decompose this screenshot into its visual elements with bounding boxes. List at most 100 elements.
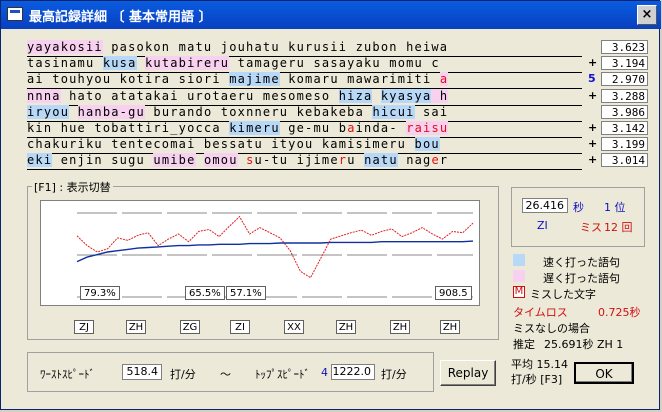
typed-segment: raisu bbox=[406, 121, 449, 135]
x-label: ZH bbox=[440, 320, 460, 334]
typed-segment: hicui bbox=[372, 104, 415, 119]
typed-segment: a bbox=[347, 121, 356, 135]
miss-value: 12 回 bbox=[604, 221, 633, 234]
slow-legend-swatch bbox=[513, 270, 525, 282]
x-label: ZJ bbox=[74, 320, 94, 334]
score-mark: + bbox=[588, 153, 598, 167]
typed-segment: enjin sugu bbox=[52, 153, 154, 168]
fast-legend-swatch bbox=[513, 254, 525, 266]
typed-segment: tasinamu bbox=[27, 56, 103, 71]
line-score: 5 2.970 bbox=[588, 72, 650, 87]
average-speed-line bbox=[76, 240, 474, 263]
percent-box-1: 79.3% bbox=[80, 286, 120, 300]
top-speed-mark: 4 bbox=[321, 366, 328, 379]
typed-line: nnna hato atatakai urotaeru mesomeso hiz… bbox=[27, 88, 582, 106]
typed-segment: inda- bbox=[355, 121, 407, 135]
instant-speed-line bbox=[76, 215, 474, 279]
chart-group-label: [F1] : 表示切替 bbox=[32, 179, 113, 195]
typed-segment: kin hue tobattiri bbox=[27, 121, 171, 135]
line-score: +3.194 bbox=[588, 56, 650, 71]
typed-segment: kutabireru bbox=[144, 56, 230, 71]
score-value: 3.014 bbox=[601, 153, 648, 168]
rank: 1 位 bbox=[604, 201, 626, 214]
title-bar: 最高記録詳細 〔 基本常用語 〕 × bbox=[1, 1, 661, 29]
app-icon bbox=[7, 7, 23, 21]
typed-line: tasinamu kusa kutabireru tamageru sasaya… bbox=[27, 56, 582, 74]
typed-segment: eki bbox=[27, 153, 53, 168]
typed-line: eki enjin sugu umibe omou su-tu ijimeru … bbox=[27, 153, 582, 171]
typed-segment: majime bbox=[229, 72, 280, 87]
line-score: +3.288 bbox=[588, 88, 650, 104]
typed-segment: pasokon matu jouhatu kurusii zubon heiwa bbox=[102, 40, 449, 54]
score-value: 2.970 bbox=[601, 72, 648, 87]
x-label: ZG bbox=[180, 320, 200, 334]
typed-segment: hiza bbox=[338, 88, 373, 103]
typed-segment: hanba-gu bbox=[77, 104, 145, 119]
score-value: 3.194 bbox=[601, 56, 648, 71]
typed-line: iryou hanba-gu burando toxnneru kebakeba… bbox=[27, 104, 582, 122]
typed-line: chakuriku tentecomai bessatu ityou kamis… bbox=[27, 137, 582, 155]
typed-segment: ge-mu b bbox=[279, 121, 348, 135]
timeloss-label: タイムロス bbox=[513, 306, 568, 319]
level: ZI bbox=[537, 219, 548, 232]
typed-segment bbox=[221, 121, 229, 135]
estimate-label: 推定 bbox=[513, 338, 535, 351]
typed-segment: umibe bbox=[153, 153, 196, 168]
typed-segment bbox=[238, 153, 246, 167]
typed-segment: komaru mawarimiti bbox=[279, 72, 440, 87]
typed-segment bbox=[137, 56, 145, 70]
line-score: 3.623 bbox=[588, 40, 650, 55]
avg-label: 平均 15.14 bbox=[511, 358, 568, 371]
score-mark: 5 bbox=[588, 72, 596, 86]
typed-segment: s bbox=[246, 153, 255, 168]
score-mark: + bbox=[588, 137, 598, 151]
typed-segment: iryou bbox=[27, 104, 70, 119]
ok-button[interactable]: OK bbox=[574, 362, 634, 384]
miss-label: ミス bbox=[580, 221, 602, 234]
typed-segment: _ bbox=[170, 121, 179, 135]
window-title: 最高記録詳細 〔 基本常用語 〕 bbox=[29, 10, 212, 25]
typed-segment: h bbox=[431, 88, 449, 103]
worst-speed-unit: 打/分 bbox=[170, 368, 196, 381]
line-score: +3.142 bbox=[588, 121, 650, 136]
typed-segment: burando toxnneru kebakeba bbox=[144, 104, 373, 119]
score-mark: + bbox=[588, 88, 598, 102]
typed-segment: kyasya bbox=[380, 88, 432, 103]
typed-line: yayakosii pasokon matu jouhatu kurusii z… bbox=[27, 40, 582, 57]
score-mark: + bbox=[588, 121, 598, 134]
x-label: ZH bbox=[390, 320, 410, 334]
x-label: ZH bbox=[126, 320, 146, 334]
top-speed-unit: 打/分 bbox=[381, 368, 407, 381]
top-speed-label: ﾄｯﾌﾟｽﾋﾟｰﾄﾞ bbox=[255, 368, 310, 381]
x-label: ZI bbox=[230, 320, 250, 334]
fast-legend-label: 速く打った語句 bbox=[543, 256, 620, 269]
score-value: 3.288 bbox=[601, 88, 648, 103]
score-value: 3.199 bbox=[601, 137, 648, 152]
score-mark: + bbox=[588, 56, 598, 70]
score-value: 3.986 bbox=[601, 104, 648, 119]
x-label: ZH bbox=[336, 320, 356, 334]
miss-legend-label: ミスした文字 bbox=[530, 288, 596, 301]
typed-line: ai touhyou kotira siori majime komaru ma… bbox=[27, 72, 582, 90]
typed-segment: tamageru sasayaku momu c bbox=[229, 56, 440, 71]
timeloss-value: 0.725秒 bbox=[598, 306, 641, 319]
worst-speed-label: ﾜｰｽﾄｽﾋﾟｰﾄﾞ bbox=[40, 368, 95, 381]
time-field: 26.416 bbox=[522, 198, 568, 213]
percent-box-3: 57.1% bbox=[226, 286, 266, 300]
time-unit: 秒 bbox=[573, 201, 584, 214]
typed-segment bbox=[372, 89, 380, 103]
close-button[interactable]: × bbox=[637, 5, 657, 25]
typed-segment: nnna bbox=[27, 88, 61, 103]
typed-segment: hato atatakai urotaeru mesomeso bbox=[60, 88, 339, 103]
replay-button[interactable]: Replay bbox=[440, 360, 496, 386]
typed-segment bbox=[196, 153, 204, 167]
score-value: 3.142 bbox=[601, 121, 648, 135]
typed-segment: kimeru bbox=[229, 121, 280, 135]
slow-legend-label: 遅く打った語句 bbox=[543, 272, 620, 285]
range-tilde: ～ bbox=[220, 368, 231, 381]
line-score: 3.986 bbox=[588, 104, 650, 120]
estimate-value: 25.691秒 ZH 1 bbox=[544, 338, 624, 351]
typed-segment: natu bbox=[364, 153, 398, 168]
typed-segment: chakuriku tentecomai bessatu ityou kamis… bbox=[27, 137, 415, 152]
typed-segment: bou bbox=[414, 137, 440, 152]
